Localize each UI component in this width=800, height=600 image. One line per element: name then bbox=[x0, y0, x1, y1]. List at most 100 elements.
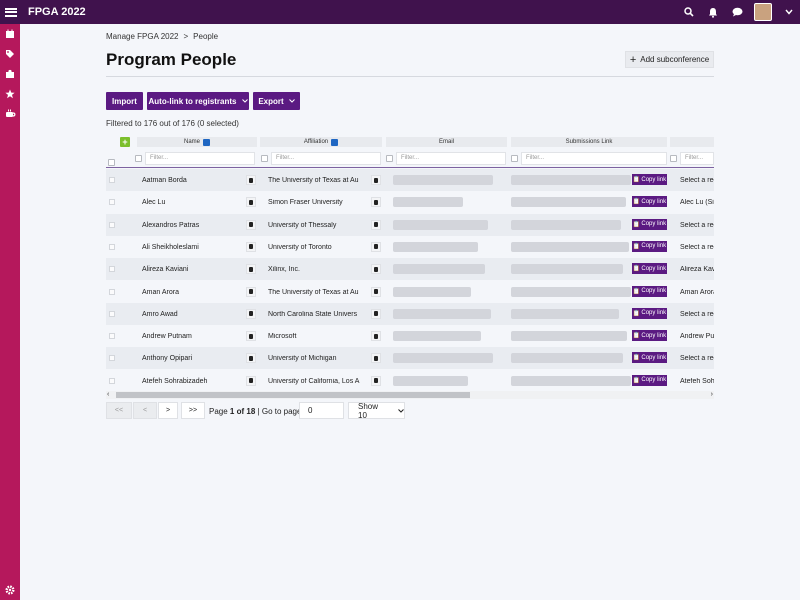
export-button[interactable]: Export bbox=[253, 92, 300, 110]
clipboard-icon[interactable] bbox=[371, 308, 381, 319]
row-checkbox[interactable] bbox=[109, 266, 115, 273]
copy-link-button[interactable]: 📋 Copy link bbox=[632, 196, 667, 208]
copy-link-button[interactable]: 📋 Copy link bbox=[632, 285, 667, 297]
filter-checkbox[interactable] bbox=[670, 155, 677, 162]
filter-checkbox[interactable] bbox=[135, 155, 142, 162]
column-header-submissions[interactable]: Submissions Link bbox=[511, 137, 667, 147]
clipboard-icon[interactable] bbox=[246, 375, 256, 386]
last-page-button[interactable]: >> bbox=[181, 402, 205, 419]
clipboard-icon[interactable] bbox=[246, 197, 256, 208]
clipboard-icon[interactable] bbox=[371, 264, 381, 275]
clipboard-icon[interactable] bbox=[371, 375, 381, 386]
column-header-affiliation[interactable]: Affiliation bbox=[260, 137, 382, 147]
add-subconference-button[interactable]: + Add subconference bbox=[625, 51, 714, 68]
chat-icon[interactable] bbox=[730, 5, 744, 19]
scroll-right-icon[interactable]: › bbox=[711, 391, 713, 398]
row-checkbox[interactable] bbox=[109, 310, 115, 317]
email-filter-input[interactable]: Filter... bbox=[396, 152, 506, 165]
copy-link-button[interactable]: 📋 Copy link bbox=[632, 352, 667, 364]
person-name[interactable]: Aatman Borda bbox=[142, 177, 187, 184]
clipboard-icon[interactable] bbox=[246, 286, 256, 297]
table-row[interactable]: Alireza Kaviani Xilinx, Inc. 📋 Copy link Ali… bbox=[106, 258, 714, 281]
star-icon[interactable] bbox=[3, 87, 17, 101]
registrant-link[interactable]: Select a reg bbox=[680, 244, 714, 251]
person-name[interactable]: Alexandros Patras bbox=[142, 222, 199, 229]
breadcrumb-parent[interactable]: Manage FPGA 2022 bbox=[106, 32, 179, 41]
table-row[interactable]: Ali Sheikholeslami University of Toronto 📋… bbox=[106, 236, 714, 258]
scrollbar-thumb[interactable] bbox=[116, 392, 470, 398]
person-name[interactable]: Ali Sheikholeslami bbox=[142, 244, 199, 251]
person-name[interactable]: Aman Arora bbox=[142, 289, 179, 296]
copy-link-button[interactable]: 📋 Copy link bbox=[632, 174, 667, 185]
person-name[interactable]: Amro Awad bbox=[142, 311, 178, 318]
next-page-button[interactable]: > bbox=[158, 402, 178, 419]
table-row[interactable]: Aman Arora The University of Texas at Au 📋… bbox=[106, 281, 714, 303]
clipboard-icon[interactable] bbox=[371, 353, 381, 364]
row-checkbox[interactable] bbox=[109, 243, 115, 250]
calendar-icon[interactable] bbox=[3, 27, 17, 41]
app-title[interactable]: FPGA 2022 bbox=[28, 6, 86, 18]
goto-page-input[interactable]: 0 bbox=[299, 402, 344, 419]
chevron-down-icon[interactable] bbox=[782, 5, 796, 19]
clipboard-icon[interactable] bbox=[371, 175, 381, 185]
row-checkbox[interactable] bbox=[109, 355, 115, 362]
copy-link-button[interactable]: 📋 Copy link bbox=[632, 240, 667, 252]
clipboard-icon[interactable] bbox=[246, 219, 256, 230]
clipboard-icon[interactable] bbox=[246, 264, 256, 275]
registrant-link[interactable]: Alireza Kavi bbox=[680, 266, 714, 273]
person-name[interactable]: Andrew Putnam bbox=[142, 333, 192, 340]
column-header-name[interactable]: Name bbox=[137, 137, 257, 147]
column-header-email[interactable]: Email bbox=[386, 137, 507, 147]
name-filter-input[interactable]: Filter... bbox=[145, 152, 255, 165]
clipboard-icon[interactable] bbox=[371, 197, 381, 208]
submissions-filter-input[interactable]: Filter... bbox=[521, 152, 667, 165]
registrant-link[interactable]: Andrew Put bbox=[680, 333, 714, 340]
table-row[interactable]: Aatman Borda The University of Texas at A… bbox=[106, 169, 714, 191]
registrant-filter-input[interactable]: Filter... bbox=[680, 152, 714, 165]
user-avatar[interactable] bbox=[754, 3, 772, 21]
registrant-link[interactable]: Select a reg bbox=[680, 311, 714, 318]
search-icon[interactable] bbox=[682, 5, 696, 19]
table-row[interactable]: Atefeh Sohrabizadeh University of Califor… bbox=[106, 370, 714, 392]
filter-checkbox[interactable] bbox=[261, 155, 268, 162]
copy-link-button[interactable]: 📋 Copy link bbox=[632, 374, 667, 386]
bell-icon[interactable] bbox=[706, 5, 720, 19]
select-all-checkbox[interactable] bbox=[108, 159, 115, 166]
page-size-select[interactable]: Show 10 bbox=[348, 402, 405, 420]
clipboard-icon[interactable] bbox=[246, 175, 256, 185]
row-checkbox[interactable] bbox=[109, 199, 115, 206]
gear-icon[interactable] bbox=[3, 583, 17, 597]
clipboard-icon[interactable] bbox=[246, 353, 256, 364]
prev-page-button[interactable]: < bbox=[133, 402, 157, 419]
coffee-icon[interactable] bbox=[3, 107, 17, 121]
first-page-button[interactable]: << bbox=[106, 402, 132, 419]
registrant-link[interactable]: Aman Arora bbox=[680, 289, 714, 296]
menu-icon[interactable] bbox=[5, 7, 17, 17]
affiliation-filter-input[interactable]: Filter... bbox=[271, 152, 381, 165]
clipboard-icon[interactable] bbox=[246, 241, 256, 252]
clipboard-icon[interactable] bbox=[371, 219, 381, 230]
table-row[interactable]: Amro Awad North Carolina State Univers 📋 Co… bbox=[106, 302, 714, 325]
clipboard-icon[interactable] bbox=[371, 331, 381, 342]
column-header-registrant[interactable] bbox=[670, 137, 714, 147]
sort-icon[interactable] bbox=[203, 138, 210, 146]
import-button[interactable]: Import bbox=[106, 92, 143, 110]
registrant-link[interactable]: Atefeh Soh bbox=[680, 378, 714, 385]
tag-icon[interactable] bbox=[3, 47, 17, 61]
registrant-link[interactable]: Select a reg bbox=[680, 355, 714, 362]
copy-link-button[interactable]: 📋 Copy link bbox=[632, 330, 667, 342]
table-row[interactable]: Alexandros Patras University of Thessaly 📋… bbox=[106, 213, 714, 236]
filter-checkbox[interactable] bbox=[511, 155, 518, 162]
row-checkbox[interactable] bbox=[109, 177, 115, 183]
person-name[interactable]: Atefeh Sohrabizadeh bbox=[142, 378, 207, 385]
registrant-link[interactable]: Select a reg bbox=[680, 177, 714, 184]
table-row[interactable]: Andrew Putnam Microsoft 📋 Copy link Andrew P… bbox=[106, 325, 714, 347]
copy-link-button[interactable]: 📋 Copy link bbox=[632, 307, 667, 319]
row-checkbox[interactable] bbox=[109, 377, 115, 384]
copy-link-button[interactable]: 📋 Copy link bbox=[632, 218, 667, 230]
puzzle-icon[interactable] bbox=[3, 67, 17, 81]
registrant-link[interactable]: Alec Lu (Sin bbox=[680, 199, 714, 206]
sort-icon[interactable] bbox=[331, 138, 339, 146]
row-checkbox[interactable] bbox=[109, 333, 115, 340]
copy-link-button[interactable]: 📋 Copy link bbox=[632, 263, 667, 275]
